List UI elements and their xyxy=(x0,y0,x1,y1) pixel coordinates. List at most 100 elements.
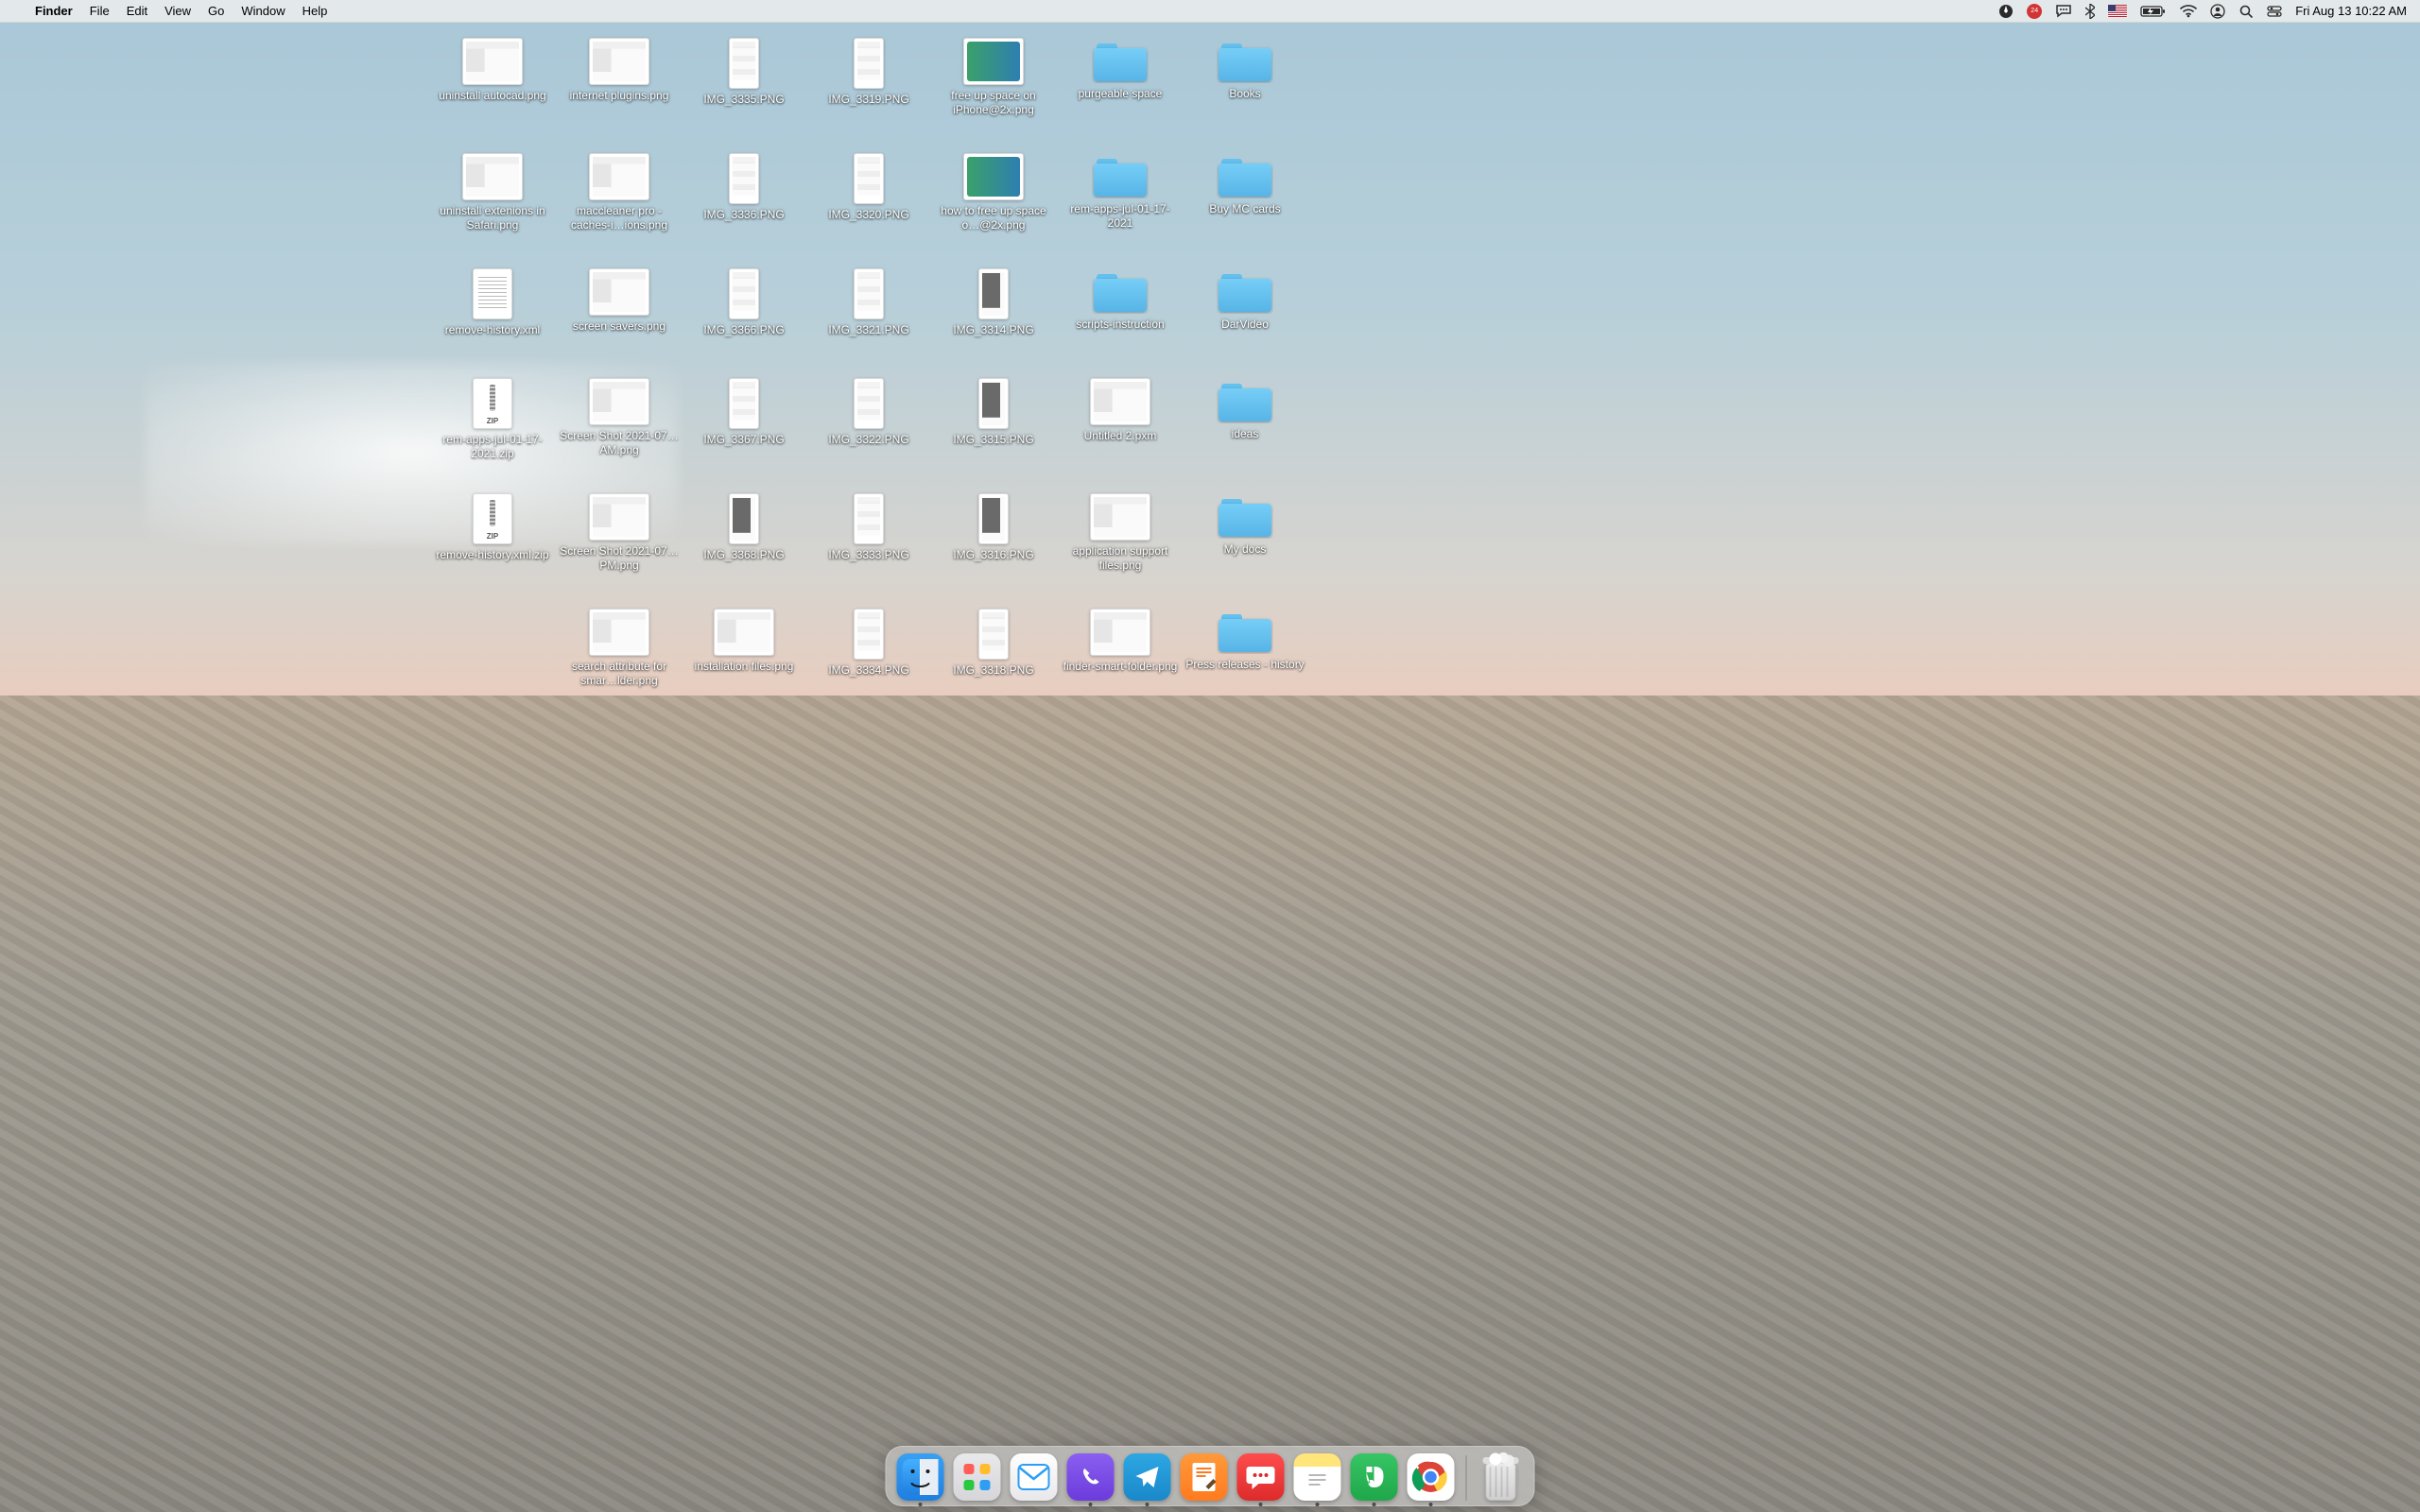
desktop-item[interactable]: maccleaner pro - caches-i…ions.png xyxy=(558,153,681,232)
input-source-icon[interactable] xyxy=(2108,5,2127,17)
user-icon[interactable] xyxy=(2210,4,2225,19)
desktop-item[interactable]: IMG_3334.PNG xyxy=(807,609,930,678)
file-thumbnail xyxy=(589,153,649,200)
desktop-item[interactable]: remove-history.xml xyxy=(431,268,554,337)
file-thumbnail xyxy=(729,493,759,544)
desktop-item-label: IMG_3367.PNG xyxy=(703,433,784,447)
desktop-item[interactable]: scripts-instruction xyxy=(1059,268,1182,332)
desktop-item[interactable]: IMG_3336.PNG xyxy=(683,153,805,222)
desktop-item[interactable]: IMG_3322.PNG xyxy=(807,378,930,447)
desktop-item-label: Books xyxy=(1229,87,1260,101)
desktop-item[interactable]: Untitled 2.pxm xyxy=(1059,378,1182,443)
desktop-item-label: DarVideo xyxy=(1221,318,1269,332)
desktop-item[interactable]: how to free up space o…@2x.png xyxy=(932,153,1055,232)
desktop-item[interactable]: uninstall autocad.png xyxy=(431,38,554,103)
desktop-item[interactable]: IMG_3333.PNG xyxy=(807,493,930,562)
file-thumbnail xyxy=(714,609,774,656)
desktop[interactable]: uninstall autocad.pnginternet plugins.pn… xyxy=(0,0,2420,1512)
file-thumbnail xyxy=(729,38,759,89)
desktop-item-label: IMG_3336.PNG xyxy=(703,208,784,222)
menubar-item-window[interactable]: Window xyxy=(233,0,293,23)
desktop-item[interactable]: search attribute for smar…lder.png xyxy=(558,609,681,688)
apple-menu[interactable] xyxy=(9,0,26,23)
dock-app-evernote[interactable] xyxy=(1351,1453,1398,1501)
desktop-item[interactable]: rem-apps-jul-01-17-2021 xyxy=(1059,153,1182,231)
desktop-item[interactable]: IMG_3368.PNG xyxy=(683,493,805,562)
desktop-item[interactable]: ideas xyxy=(1184,378,1306,441)
desktop-item-label: installation files.png xyxy=(695,660,794,674)
desktop-item[interactable]: My docs xyxy=(1184,493,1306,557)
desktop-item[interactable]: IMG_3319.PNG xyxy=(807,38,930,107)
desktop-item[interactable]: Buy MC cards xyxy=(1184,153,1306,216)
spotlight-icon[interactable] xyxy=(2238,4,2254,19)
menubar-item-help[interactable]: Help xyxy=(294,0,337,23)
file-thumbnail xyxy=(589,38,649,85)
desktop-item[interactable]: Screen Shot 2021-07…AM.png xyxy=(558,378,681,457)
control-center-icon[interactable] xyxy=(2267,5,2282,18)
chat-icon[interactable] xyxy=(2055,4,2072,19)
desktop-item-label: search attribute for smar…lder.png xyxy=(559,660,680,688)
dock-app-chrome[interactable] xyxy=(1408,1453,1455,1501)
desktop-item[interactable]: application support files.png xyxy=(1059,493,1182,573)
desktop-item[interactable]: installation files.png xyxy=(683,609,805,674)
menubar-item-go[interactable]: Go xyxy=(199,0,233,23)
desktop-item[interactable]: purgeable space xyxy=(1059,38,1182,101)
dock-trash[interactable] xyxy=(1478,1452,1524,1501)
desktop-item[interactable]: free up space on iPhone@2x.png xyxy=(932,38,1055,117)
desktop-item-label: ideas xyxy=(1232,427,1259,441)
desktop-item[interactable]: IMG_3315.PNG xyxy=(932,378,1055,447)
dock-app-viber[interactable] xyxy=(1067,1453,1115,1501)
desktop-item[interactable]: IMG_3367.PNG xyxy=(683,378,805,447)
dock-app-notes[interactable] xyxy=(1294,1453,1341,1501)
dock-app-launchpad[interactable] xyxy=(954,1453,1001,1501)
desktop-item-label: IMG_3314.PNG xyxy=(953,323,1033,337)
desktop-item[interactable]: Books xyxy=(1184,38,1306,101)
menubar-clock[interactable]: Fri Aug 13 10:22 AM xyxy=(2295,4,2407,18)
dock-app-pages[interactable] xyxy=(1181,1453,1228,1501)
dock-app-finder[interactable] xyxy=(897,1453,944,1501)
zip-icon: ZIP xyxy=(473,493,512,544)
desktop-item-label: screen savers.png xyxy=(573,319,666,334)
dock-app-telegram[interactable] xyxy=(1124,1453,1171,1501)
desktop-item[interactable]: DarVideo xyxy=(1184,268,1306,332)
desktop-item[interactable]: ZIPrem-apps-jul-01-17-2021.zip xyxy=(431,378,554,461)
file-thumbnail xyxy=(462,38,523,85)
desktop-item[interactable]: screen savers.png xyxy=(558,268,681,334)
file-thumbnail xyxy=(462,153,523,200)
menubar-item-file[interactable]: File xyxy=(81,0,118,23)
desktop-item[interactable]: IMG_3320.PNG xyxy=(807,153,930,222)
desktop-item-label: IMG_3316.PNG xyxy=(953,548,1033,562)
menubar: Finder File Edit View Go Window Help 24 xyxy=(0,0,2420,23)
file-thumbnail xyxy=(1090,609,1150,656)
desktop-item-label: IMG_3335.PNG xyxy=(703,93,784,107)
desktop-item[interactable]: IMG_3366.PNG xyxy=(683,268,805,337)
bluetooth-icon[interactable] xyxy=(2085,4,2095,19)
menubar-status-icon-1[interactable] xyxy=(1998,4,2014,19)
desktop-item[interactable]: IMG_3316.PNG xyxy=(932,493,1055,562)
desktop-item-label: IMG_3315.PNG xyxy=(953,433,1033,447)
desktop-item-label: Untitled 2.pxm xyxy=(1084,429,1157,443)
desktop-item[interactable]: IMG_3321.PNG xyxy=(807,268,930,337)
desktop-item[interactable]: IMG_3314.PNG xyxy=(932,268,1055,337)
file-thumbnail xyxy=(589,268,649,316)
notification-badge-icon[interactable]: 24 xyxy=(2027,4,2042,19)
menubar-app-name[interactable]: Finder xyxy=(26,0,81,23)
wifi-icon[interactable] xyxy=(2180,5,2197,18)
menubar-item-view[interactable]: View xyxy=(156,0,199,23)
desktop-item[interactable]: internet plugins.png xyxy=(558,38,681,103)
desktop-item[interactable]: Press releases - history xyxy=(1184,609,1306,672)
desktop-item[interactable]: IMG_3318.PNG xyxy=(932,609,1055,678)
desktop-item-label: IMG_3321.PNG xyxy=(828,323,908,337)
desktop-item[interactable]: ZIPremove-history.xml.zip xyxy=(431,493,554,562)
dock-separator xyxy=(1466,1455,1467,1501)
desktop-item[interactable]: Screen Shot 2021-07…PM.png xyxy=(558,493,681,573)
dock-app-imessage-red[interactable] xyxy=(1237,1453,1285,1501)
dock-app-mail[interactable] xyxy=(1011,1453,1058,1501)
desktop-item[interactable]: uninstall extenions in Safari.png xyxy=(431,153,554,232)
battery-icon[interactable] xyxy=(2140,5,2167,18)
desktop-item[interactable]: finder-smart-folder.png xyxy=(1059,609,1182,674)
desktop-item[interactable]: IMG_3335.PNG xyxy=(683,38,805,107)
dock xyxy=(886,1446,1535,1506)
menubar-item-edit[interactable]: Edit xyxy=(118,0,156,23)
file-thumbnail xyxy=(854,493,884,544)
